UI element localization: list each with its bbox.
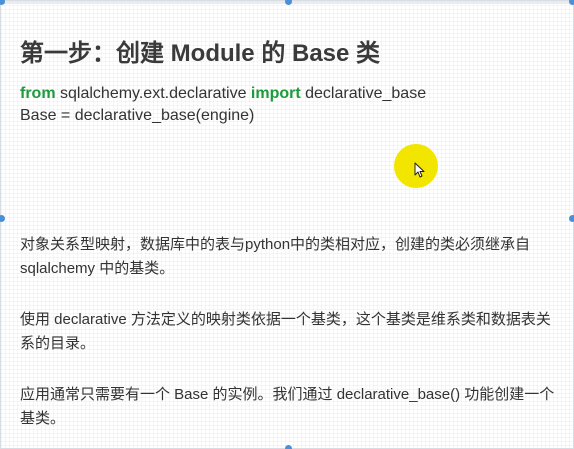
paragraph-base-instance: 应用通常只需要有一个 Base 的实例。我们通过 declarative_bas… xyxy=(20,386,555,427)
selection-handle-middle-left[interactable] xyxy=(0,215,5,222)
slide-title: 第一步：创建 Module 的 Base 类 xyxy=(20,40,381,67)
code-block: from sqlalchemy.ext.declarative import d… xyxy=(20,83,426,127)
mouse-pointer-icon xyxy=(414,162,425,178)
cursor-highlight xyxy=(394,144,438,188)
selection-handle-bottom-middle[interactable] xyxy=(285,445,292,449)
paragraph-declarative: 使用 declarative 方法定义的映射类依据一个基类，这个基类是维系类和数… xyxy=(20,311,551,352)
keyword-import: import xyxy=(250,85,301,102)
code-module-name: sqlalchemy.ext.declarative xyxy=(55,85,251,102)
code-imported-name: declarative_base xyxy=(300,85,427,102)
selection-handle-top-left[interactable] xyxy=(0,0,5,5)
selection-handle-top-right[interactable] xyxy=(569,0,574,5)
code-line-base: Base = declarative_base(engine) xyxy=(20,107,255,124)
code-line-import: from sqlalchemy.ext.declarative import d… xyxy=(20,83,426,105)
selection-handle-top-middle[interactable] xyxy=(285,0,292,5)
selection-handle-middle-right[interactable] xyxy=(569,215,574,222)
paragraph-orm: 对象关系型映射，数据库中的表与python中的类相对应，创建的类必须继承自 sq… xyxy=(20,236,531,277)
slide-canvas: 第一步：创建 Module 的 Base 类 from sqlalchemy.e… xyxy=(0,0,574,449)
keyword-from: from xyxy=(20,85,56,102)
